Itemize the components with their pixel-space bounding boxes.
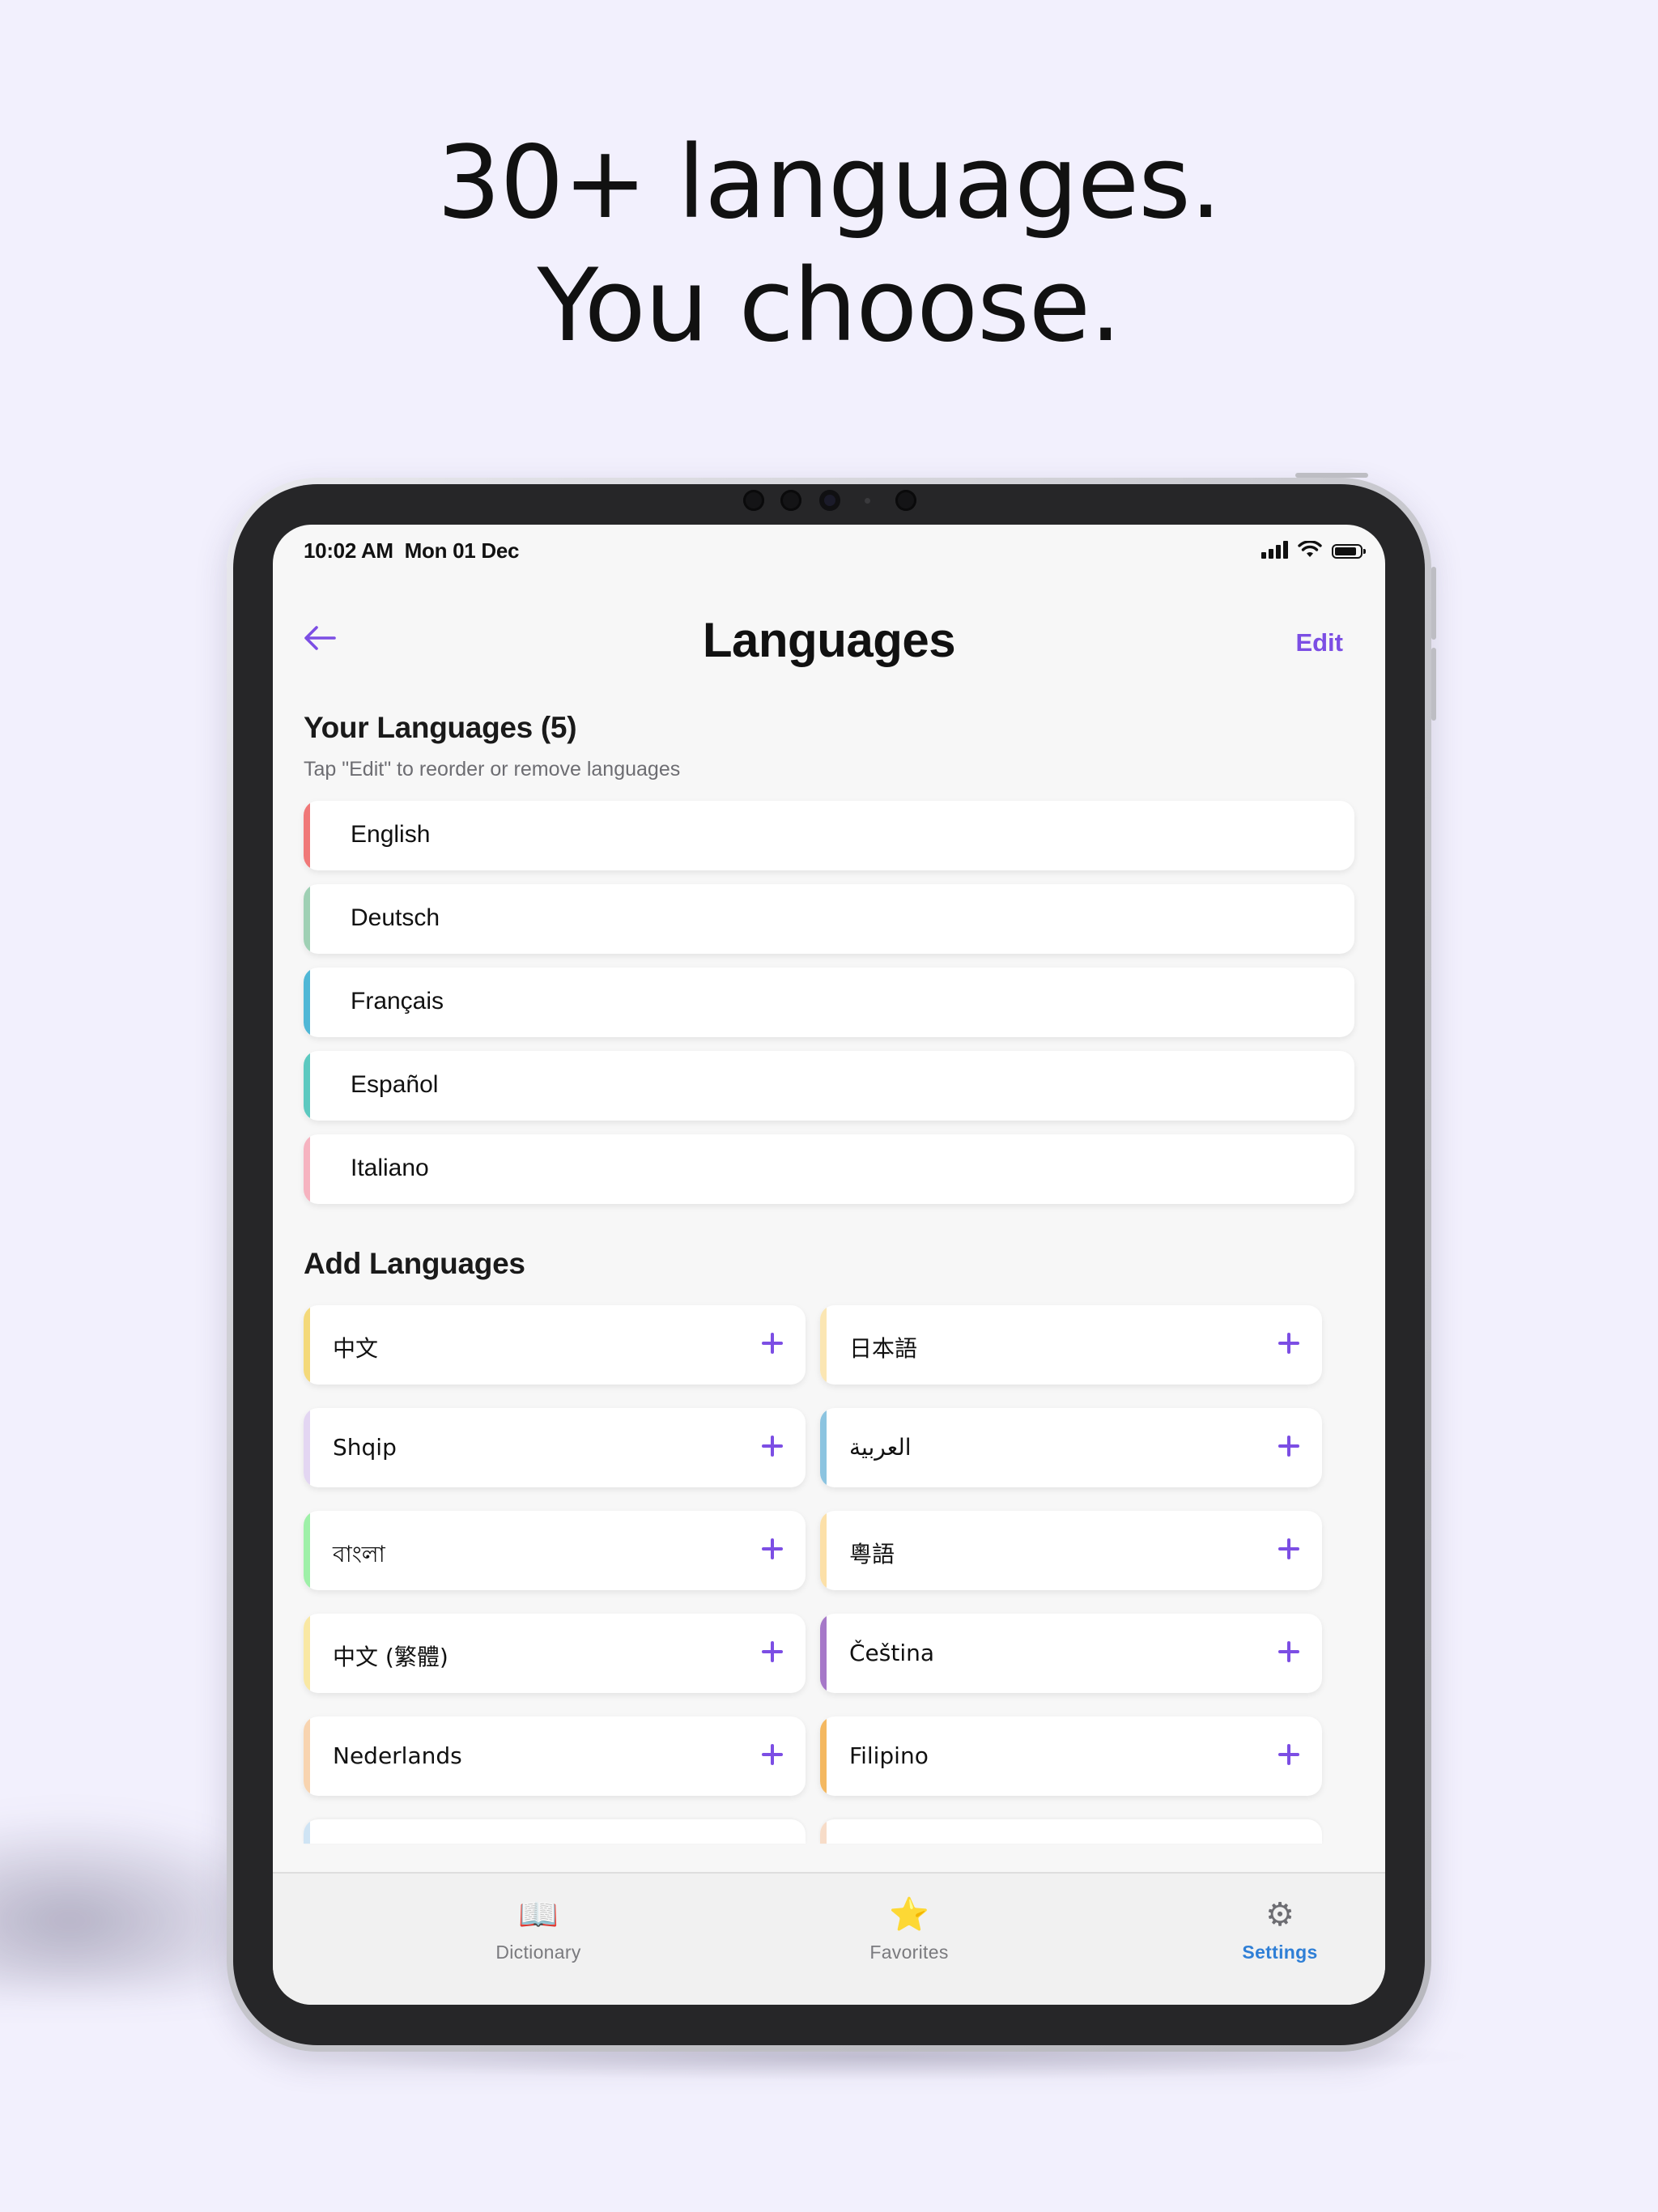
- language-accent-bar: [304, 1408, 310, 1487]
- add-languages-title: Add Languages: [304, 1247, 525, 1280]
- plus-icon[interactable]: [762, 1333, 783, 1354]
- add-language-card[interactable]: বাংলা: [304, 1511, 806, 1590]
- language-label: Nederlands: [333, 1742, 462, 1769]
- tab-favorites[interactable]: ⭐ Favorites: [804, 1895, 1014, 1963]
- add-languages-grid: 中文 日本語 Shqip العربية বাংলা 粵語中文 (繁體) Čeština Ne…: [304, 1305, 1329, 1844]
- language-accent-bar: [820, 1511, 827, 1590]
- tab-settings[interactable]: ⚙ Settings: [1175, 1895, 1385, 1963]
- language-label: 中文 (繁體): [333, 1644, 449, 1670]
- plus-icon[interactable]: [1278, 1333, 1299, 1354]
- status-bar: 10:02 AM Mon 01 Dec: [273, 525, 1385, 575]
- wifi-icon: [1298, 541, 1322, 557]
- language-accent-bar: [304, 884, 310, 954]
- plus-icon[interactable]: [762, 1641, 783, 1662]
- list-item[interactable]: Deutsch: [304, 884, 1354, 954]
- your-languages-list: English Deutsch Français Español Italiano: [304, 801, 1354, 1218]
- tab-bar: 📖 Dictionary ⭐ Favorites ⚙ Settings: [273, 1872, 1385, 2005]
- plus-icon[interactable]: [1278, 1641, 1299, 1662]
- language-accent-bar: [820, 1716, 827, 1796]
- front-camera-icon: [819, 490, 840, 511]
- language-label: বাংলা: [333, 1541, 385, 1568]
- status-clock: 10:02 AM: [304, 538, 393, 563]
- language-accent-bar: [304, 1134, 310, 1204]
- page-title: Languages: [702, 613, 956, 667]
- headline-line-1: 30+ languages.: [436, 125, 1222, 241]
- language-label: Čeština: [849, 1640, 935, 1666]
- sensor-dot: [895, 490, 916, 511]
- plus-icon[interactable]: [1278, 1744, 1299, 1765]
- add-language-card[interactable]: 日本語: [820, 1305, 1322, 1385]
- list-item[interactable]: Italiano: [304, 1134, 1354, 1204]
- volume-button: [1431, 567, 1436, 640]
- language-label: 粵語: [849, 1541, 895, 1568]
- add-language-card[interactable]: Nederlands: [304, 1716, 806, 1796]
- language-label: Español: [351, 1071, 439, 1098]
- list-item[interactable]: Español: [304, 1051, 1354, 1121]
- tab-label: Favorites: [869, 1942, 949, 1963]
- language-accent-bar: [304, 1614, 310, 1693]
- book-icon: 📖: [518, 1896, 559, 1933]
- status-date: Mon 01 Dec: [404, 538, 520, 563]
- language-label: English: [351, 821, 431, 848]
- headline: 30+ languages. You choose.: [0, 121, 1658, 368]
- language-accent-bar: [304, 1716, 310, 1796]
- language-accent-bar: [820, 1614, 827, 1693]
- language-label: Deutsch: [351, 904, 440, 931]
- add-language-card[interactable]: [820, 1819, 1322, 1844]
- battery-icon: [1332, 544, 1366, 559]
- headline-line-2: You choose.: [537, 248, 1122, 364]
- language-accent-bar: [820, 1305, 827, 1385]
- plus-icon[interactable]: [762, 1538, 783, 1559]
- add-language-card[interactable]: 粵語: [820, 1511, 1322, 1590]
- your-languages-subtitle: Tap "Edit" to reorder or remove language…: [304, 758, 681, 781]
- sensor-dot: [865, 498, 870, 504]
- sensor-dot: [780, 490, 801, 511]
- navigation-bar: Languages Edit: [273, 598, 1385, 678]
- cellular-signal-icon: [1261, 541, 1288, 559]
- language-accent-bar: [304, 1819, 310, 1844]
- tab-dictionary[interactable]: 📖 Dictionary: [433, 1895, 644, 1963]
- language-accent-bar: [304, 1511, 310, 1590]
- add-language-card[interactable]: Shqip: [304, 1408, 806, 1487]
- status-time: 10:02 AM Mon 01 Dec: [304, 538, 519, 564]
- plus-icon[interactable]: [1278, 1436, 1299, 1457]
- add-language-card[interactable]: العربية: [820, 1408, 1322, 1487]
- list-item[interactable]: English: [304, 801, 1354, 870]
- edit-button[interactable]: Edit: [1295, 628, 1343, 657]
- language-label: العربية: [849, 1434, 912, 1461]
- add-language-card[interactable]: 中文: [304, 1305, 806, 1385]
- status-icons: [1261, 541, 1366, 559]
- plus-icon[interactable]: [762, 1744, 783, 1765]
- add-language-card[interactable]: [304, 1819, 806, 1844]
- language-accent-bar: [304, 1305, 310, 1385]
- star-icon: ⭐: [889, 1896, 929, 1933]
- language-label: Italiano: [351, 1155, 429, 1181]
- sensor-dot: [743, 490, 764, 511]
- power-button: [1295, 473, 1368, 478]
- your-languages-title: Your Languages (5): [304, 711, 577, 744]
- language-label: Filipino: [849, 1742, 929, 1769]
- add-language-card[interactable]: Filipino: [820, 1716, 1322, 1796]
- language-accent-bar: [304, 801, 310, 870]
- add-language-card[interactable]: Čeština: [820, 1614, 1322, 1693]
- tab-label: Dictionary: [495, 1942, 581, 1963]
- language-accent-bar: [304, 968, 310, 1037]
- plus-icon[interactable]: [762, 1436, 783, 1457]
- tab-label: Settings: [1242, 1942, 1318, 1963]
- volume-button: [1431, 648, 1436, 721]
- language-label: Français: [351, 988, 444, 1015]
- add-language-card[interactable]: 中文 (繁體): [304, 1614, 806, 1693]
- app-screen: 10:02 AM Mon 01 Dec Languages Edit Your …: [273, 525, 1385, 2005]
- language-label: 中文: [333, 1335, 379, 1362]
- gear-icon: ⚙: [1265, 1896, 1295, 1933]
- language-label: Shqip: [333, 1434, 397, 1461]
- list-item[interactable]: Français: [304, 968, 1354, 1037]
- language-accent-bar: [820, 1819, 827, 1844]
- language-accent-bar: [820, 1408, 827, 1487]
- plus-icon[interactable]: [1278, 1538, 1299, 1559]
- language-label: 日本語: [849, 1335, 918, 1362]
- language-accent-bar: [304, 1051, 310, 1121]
